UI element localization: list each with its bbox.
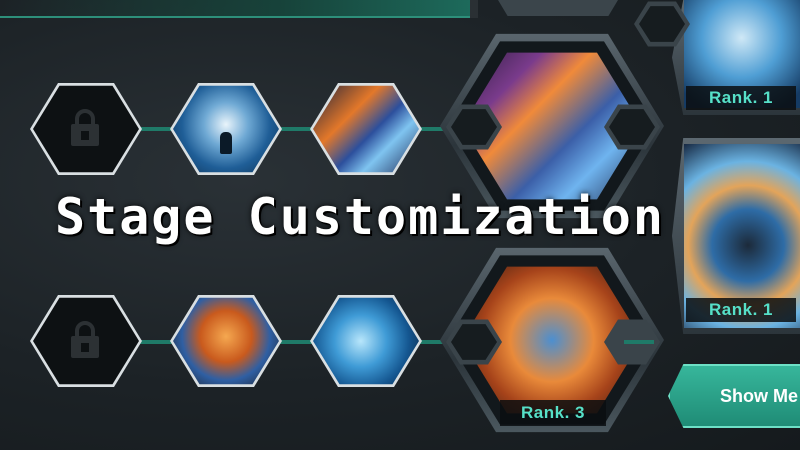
skill-node-locked[interactable] (30, 82, 142, 176)
skill-node[interactable] (170, 82, 282, 176)
side-card-rank: Rank. 1 (686, 86, 796, 110)
lock-icon (68, 320, 102, 360)
show-more-button[interactable]: Show Me (668, 364, 800, 428)
featured-rank-label: Rank. 3 (500, 400, 606, 426)
skill-node[interactable] (310, 294, 422, 388)
page-title: Stage Customization (55, 188, 665, 246)
side-card[interactable]: Rank. 1 (672, 0, 800, 115)
side-card[interactable]: Rank. 1 (672, 138, 800, 334)
silhouette-figure (220, 132, 232, 154)
top-panel-edge (0, 0, 470, 18)
side-card-rank: Rank. 1 (686, 298, 796, 322)
lock-icon (68, 108, 102, 148)
show-more-label: Show Me (720, 386, 799, 406)
skill-node[interactable] (170, 294, 282, 388)
top-hex-edge (498, 0, 618, 16)
skill-node[interactable] (310, 82, 422, 176)
skill-node-locked[interactable] (30, 294, 142, 388)
top-panel-edge-cap (470, 0, 478, 18)
